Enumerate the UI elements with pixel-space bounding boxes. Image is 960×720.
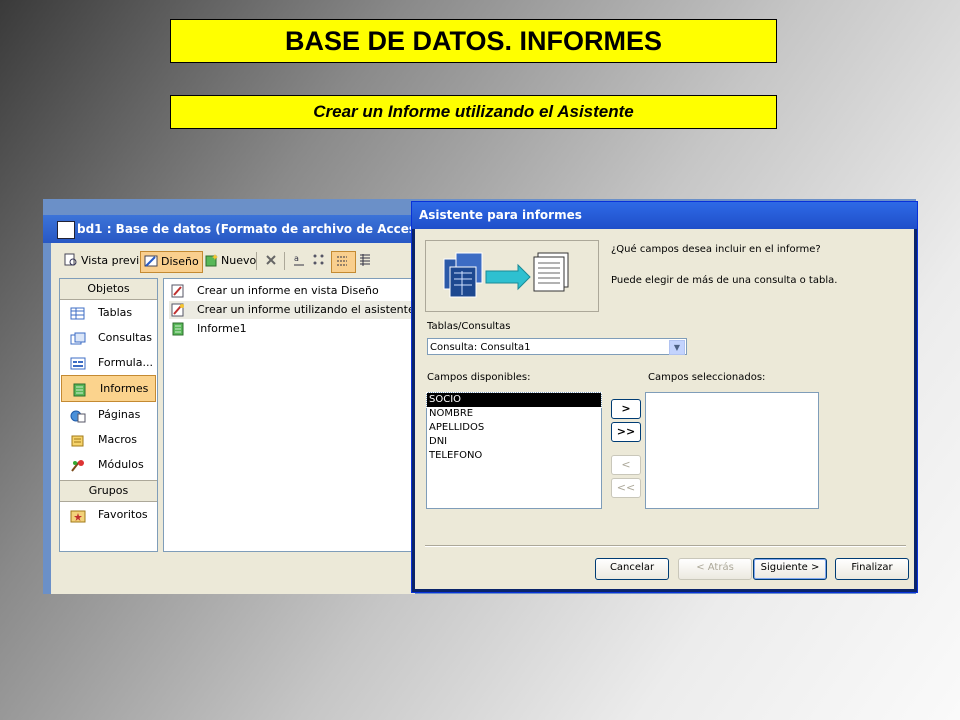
access-body: Vista previa Diseño Nuevo a Objetos Tabl…: [51, 243, 416, 594]
available-fields-label: Campos disponibles:: [427, 372, 531, 383]
create-report-wizard-icon: [171, 303, 185, 317]
design-icon: [144, 254, 158, 268]
database-toolbar: Vista previa Diseño Nuevo a: [51, 246, 415, 274]
new-icon: [204, 253, 218, 267]
toolbar-separator: [256, 252, 257, 270]
fields-transfer-icon: [443, 252, 569, 298]
list-item-label: Crear un informe utilizando el asistente: [197, 303, 415, 316]
query-icon: [70, 330, 86, 345]
small-icons-button[interactable]: [309, 251, 332, 271]
object-item-paginas[interactable]: Páginas: [60, 402, 157, 427]
list-item-report[interactable]: Informe1: [169, 320, 247, 338]
field-item[interactable]: NOMBRE: [427, 407, 601, 421]
object-label: Módulos: [98, 458, 144, 471]
available-fields-list[interactable]: SOCIO NOMBRE APELLIDOS DNI TELEFONO: [426, 392, 602, 509]
wizard-question: ¿Qué campos desea incluir en el informe?: [611, 244, 821, 255]
object-item-consultas[interactable]: Consultas: [60, 325, 157, 350]
details-view-icon: [358, 253, 372, 267]
preview-icon: [64, 253, 78, 267]
next-button[interactable]: Siguiente >: [753, 558, 827, 580]
field-item[interactable]: SOCIO: [426, 392, 602, 408]
page-icon: [70, 407, 86, 423]
wizard-illustration: [425, 240, 599, 312]
delete-icon: [264, 253, 278, 267]
object-item-modulos[interactable]: Módulos: [60, 452, 157, 477]
report-wizard-dialog: Asistente para informes ¿Qué campos dese…: [411, 201, 918, 593]
report-icon: [72, 381, 88, 397]
object-label: Informes: [100, 382, 149, 395]
svg-text:a: a: [294, 254, 299, 263]
new-button[interactable]: Nuevo: [201, 251, 259, 271]
remove-field-button[interactable]: <: [611, 455, 641, 475]
delete-button[interactable]: [261, 251, 284, 271]
chevron-down-icon[interactable]: ▼: [669, 340, 685, 355]
slide-subtitle: Crear un Informe utilizando el Asistente: [170, 95, 777, 129]
object-label: Consultas: [98, 331, 152, 344]
new-label: Nuevo: [221, 254, 257, 267]
selected-fields-label: Campos seleccionados:: [648, 372, 766, 383]
wizard-hint: Puede elegir de más de una consulta o ta…: [611, 275, 838, 286]
design-label: Diseño: [161, 255, 199, 268]
reports-list-panel: Crear un informe en vista Diseño Crear u…: [163, 278, 416, 552]
add-field-button[interactable]: >: [611, 399, 641, 419]
create-report-design-icon: [171, 284, 185, 298]
finish-button[interactable]: Finalizar: [835, 558, 909, 580]
wizard-title-bar[interactable]: Asistente para informes: [412, 202, 917, 229]
preview-button[interactable]: Vista previa: [61, 251, 149, 271]
list-view-icon: [335, 254, 349, 268]
add-all-fields-button[interactable]: >>: [611, 422, 641, 442]
object-label: Macros: [98, 433, 138, 446]
object-label: Formula...: [98, 356, 153, 369]
module-icon: [70, 457, 86, 472]
design-button[interactable]: Diseño: [140, 251, 203, 273]
group-label: Favoritos: [98, 508, 148, 521]
access-title-text: bd1 : Base de datos (Formato de archivo …: [77, 222, 415, 236]
list-item-create-design[interactable]: Crear un informe en vista Diseño: [169, 282, 379, 300]
form-icon: [70, 355, 86, 370]
list-item-create-wizard[interactable]: Crear un informe utilizando el asistente: [169, 301, 415, 319]
cancel-button[interactable]: Cancelar: [595, 558, 669, 580]
field-item[interactable]: DNI: [427, 435, 601, 449]
object-label: Páginas: [98, 408, 141, 421]
details-view-button[interactable]: [355, 251, 378, 271]
tables-queries-label: Tablas/Consultas: [427, 321, 511, 332]
field-item[interactable]: TELEFONO: [427, 449, 601, 463]
dialog-divider: [425, 545, 906, 547]
groups-header[interactable]: Grupos: [60, 480, 157, 502]
object-item-tablas[interactable]: Tablas: [60, 300, 157, 325]
object-item-formularios[interactable]: Formula...: [60, 350, 157, 375]
small-icons-icon: [312, 253, 326, 267]
tables-queries-select[interactable]: Consulta: Consulta1 ▼: [427, 338, 687, 355]
objects-panel: Objetos Tablas Consultas Formula... Info…: [59, 278, 158, 552]
list-item-label: Informe1: [197, 322, 247, 335]
object-label: Tablas: [98, 306, 133, 319]
group-item-favoritos[interactable]: Favoritos: [60, 502, 157, 527]
preview-label: Vista previa: [81, 254, 146, 267]
table-icon: [70, 305, 86, 320]
access-title-bar[interactable]: bd1 : Base de datos (Formato de archivo …: [43, 215, 415, 243]
report-icon: [171, 322, 185, 336]
large-icons-icon: a: [292, 253, 306, 267]
remove-all-fields-button[interactable]: <<: [611, 478, 641, 498]
wizard-body: ¿Qué campos desea incluir en el informe?…: [415, 229, 914, 589]
list-view-button[interactable]: [331, 251, 356, 273]
slide-title: BASE DE DATOS. INFORMES: [170, 19, 777, 63]
objects-header[interactable]: Objetos: [60, 279, 157, 300]
object-item-macros[interactable]: Macros: [60, 427, 157, 452]
database-icon: [57, 221, 75, 239]
back-button[interactable]: < Atrás: [678, 558, 752, 580]
tables-queries-value: Consulta: Consulta1: [430, 342, 531, 353]
field-item[interactable]: APELLIDOS: [427, 421, 601, 435]
list-item-label: Crear un informe en vista Diseño: [197, 284, 379, 297]
toolbar-separator: [284, 252, 285, 270]
macro-icon: [70, 432, 86, 447]
selected-fields-list[interactable]: [645, 392, 819, 509]
object-item-informes[interactable]: Informes: [61, 375, 156, 402]
favorites-icon: [70, 507, 86, 523]
